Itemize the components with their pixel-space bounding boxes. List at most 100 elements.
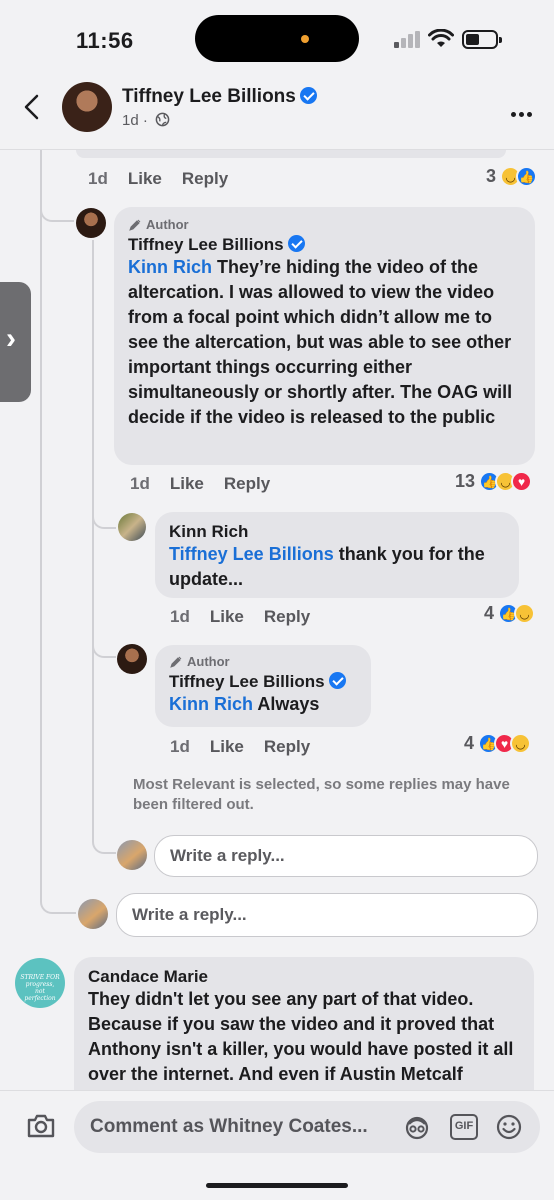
previous-comment-bubble (76, 150, 506, 158)
reaction-summary[interactable]: 13 👍 ◡ ♥ (455, 471, 533, 492)
avatar[interactable]: STRIVE FOR progress, not perfection (15, 958, 65, 1008)
love-reaction-icon: ♥ (511, 471, 533, 492)
reply-button[interactable]: Reply (182, 169, 228, 189)
avatar-text: STRIVE FOR progress, not perfection (20, 974, 60, 1002)
reaction-summary[interactable]: 4 👍 ♥ ◡ (464, 733, 532, 754)
side-drawer-tab[interactable]: › (0, 282, 31, 402)
reply-text: Kinn Rich Always (169, 692, 357, 717)
author-tag-label: Author (146, 217, 189, 232)
reply-actions: 1d Like Reply (170, 737, 310, 757)
thread-connector (92, 505, 116, 529)
status-time: 11:56 (76, 28, 134, 53)
comment-text: They didn't let you see any part of that… (88, 989, 514, 1084)
reaction-summary[interactable]: 4 👍 ◡ (484, 603, 536, 624)
reply-button[interactable]: Reply (264, 607, 310, 627)
like-button[interactable]: Like (170, 474, 204, 494)
thread-connector (92, 630, 116, 658)
status-bar: 11:56 (0, 0, 554, 70)
post-time: 1d · (122, 112, 148, 129)
reply-button[interactable]: Reply (264, 737, 310, 757)
like-reaction-icon: 👍 (516, 166, 538, 187)
thread-connector (40, 880, 76, 914)
reaction-count: 3 (486, 166, 497, 186)
author-pen-icon (170, 656, 182, 668)
chevron-right-icon: › (6, 322, 16, 355)
filter-note: Most Relevant is selected, so some repli… (133, 776, 510, 813)
reply-button[interactable]: Reply (224, 474, 270, 494)
haha-reaction-icon: ◡ (514, 603, 536, 624)
reaction-count: 4 (464, 733, 475, 753)
comment-composer-bar: Comment as Whitney Coates... GIF (0, 1090, 554, 1200)
comment-time: 1d (130, 474, 150, 493)
thread-line (92, 240, 94, 840)
dynamic-island (195, 15, 359, 62)
home-indicator (206, 1183, 348, 1188)
more-icon[interactable] (508, 104, 532, 122)
comment-input[interactable]: Comment as Whitney Coates... GIF (74, 1101, 540, 1153)
author-name[interactable]: Tiffney Lee Billions (122, 86, 317, 108)
mention-link[interactable]: Tiffney Lee Billions (169, 544, 334, 564)
reaction-count: 13 (455, 471, 476, 491)
gif-icon[interactable]: GIF (450, 1114, 478, 1140)
reply-bubble: Kinn Rich Tiffney Lee Billions thank you… (155, 512, 519, 598)
author-avatar[interactable] (62, 82, 112, 132)
back-chevron-icon[interactable] (18, 92, 48, 122)
comment-time: 1d (170, 607, 190, 626)
post-header: Tiffney Lee Billions 1d · (0, 70, 554, 150)
like-button[interactable]: Like (128, 169, 162, 189)
camera-icon[interactable] (26, 1113, 56, 1139)
mention-link[interactable]: Kinn Rich (128, 257, 212, 277)
reply-actions: 1d Like Reply (170, 607, 310, 627)
thread-connector (92, 830, 116, 854)
reaction-count: 4 (484, 603, 495, 623)
emoji-icon[interactable] (496, 1114, 522, 1140)
commenter-name[interactable]: Tiffney Lee Billions (128, 235, 521, 255)
prev-comment-actions: 1d Like Reply (88, 169, 228, 189)
reaction-summary[interactable]: 3 ◡ 👍 (486, 166, 538, 187)
commenter-name[interactable]: Candace Marie (88, 967, 520, 987)
wifi-icon (428, 29, 454, 47)
avatar-sticker-icon[interactable] (404, 1114, 430, 1140)
comment-time: 1d (170, 737, 190, 756)
avatar[interactable] (76, 208, 106, 238)
battery-icon (462, 30, 502, 49)
signal-icon (394, 31, 420, 48)
commenter-name[interactable]: Kinn Rich (169, 522, 505, 542)
commenter-name-text[interactable]: Tiffney Lee Billions (128, 235, 284, 254)
comment-body: They’re hiding the video of the altercat… (128, 257, 513, 427)
comment-actions: 1d Like Reply (130, 474, 270, 494)
avatar[interactable] (118, 513, 146, 541)
author-pen-icon (129, 219, 141, 231)
thread-line (40, 150, 42, 890)
commenter-name[interactable]: Tiffney Lee Billions (169, 672, 357, 692)
author-name-text[interactable]: Tiffney Lee Billions (122, 86, 296, 107)
globe-icon (155, 112, 170, 127)
verified-icon (299, 87, 317, 104)
avatar[interactable] (117, 644, 147, 674)
write-reply-placeholder: Write a reply... (170, 846, 285, 865)
haha-reaction-icon: ◡ (510, 733, 532, 754)
author-badge: Author (169, 654, 357, 669)
mention-link[interactable]: Kinn Rich (169, 694, 253, 714)
post-meta: 1d · (122, 112, 170, 129)
write-reply-input[interactable]: Write a reply... (154, 835, 538, 877)
write-reply-placeholder: Write a reply... (132, 905, 247, 924)
verified-icon (287, 235, 305, 252)
commenter-name-text[interactable]: Tiffney Lee Billions (169, 672, 325, 691)
like-button[interactable]: Like (210, 737, 244, 757)
like-button[interactable]: Like (210, 607, 244, 627)
thread-connector (40, 190, 74, 222)
comment-placeholder: Comment as Whitney Coates... (90, 1116, 368, 1137)
reply-body: Always (253, 694, 320, 714)
comment-text: Kinn Rich They’re hiding the video of th… (128, 255, 521, 430)
comment-bubble: Author Tiffney Lee Billions Kinn Rich Th… (114, 207, 535, 465)
avatar (78, 899, 108, 929)
reply-text: Tiffney Lee Billions thank you for the u… (169, 542, 505, 592)
avatar (117, 840, 147, 870)
comment-time: 1d (88, 169, 108, 188)
verified-icon (328, 672, 346, 689)
author-badge: Author (128, 217, 521, 232)
reply-bubble: Author Tiffney Lee Billions Kinn Rich Al… (155, 645, 371, 727)
comment-bubble: Candace Marie They didn't let you see an… (74, 957, 534, 1097)
write-reply-input[interactable]: Write a reply... (116, 893, 538, 937)
